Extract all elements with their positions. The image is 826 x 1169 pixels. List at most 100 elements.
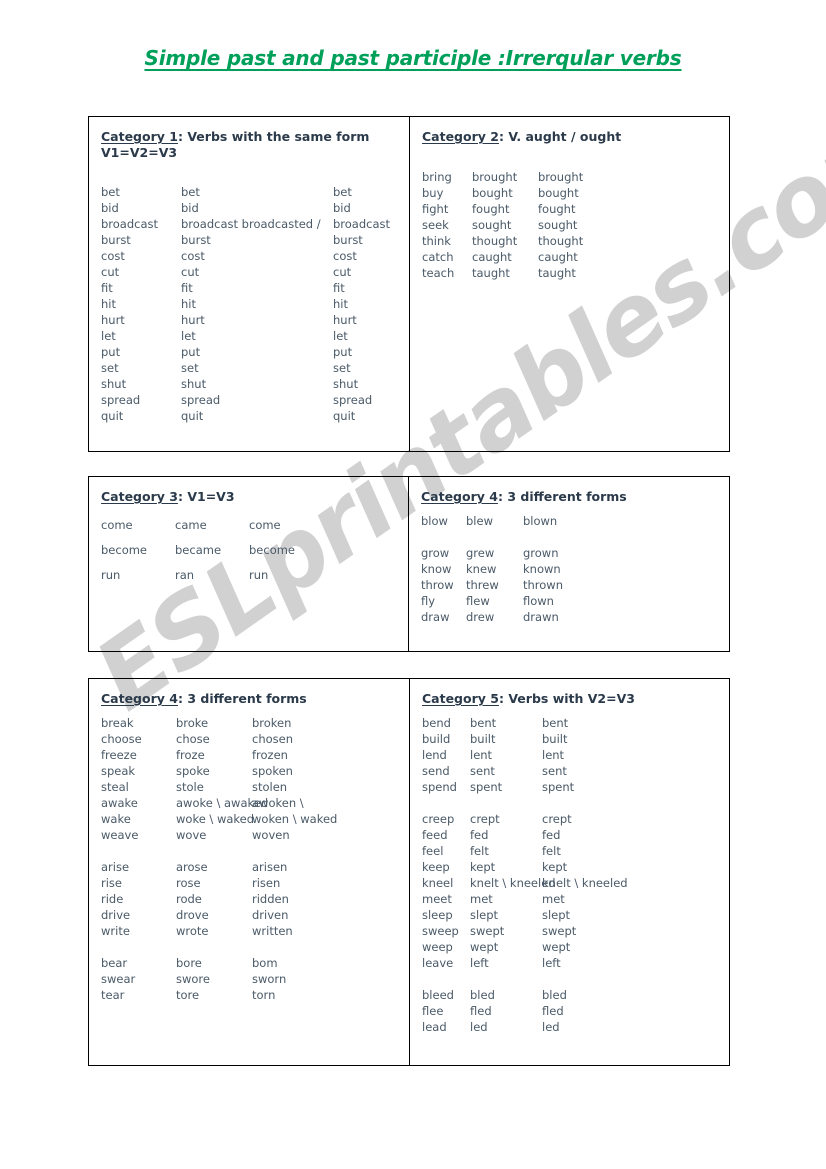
verb-v1: burst: [101, 233, 131, 248]
verb-row: grow grew grown: [421, 545, 719, 561]
verb-row: come came come: [101, 513, 398, 538]
verb-v1: come: [101, 517, 133, 532]
verb-row: become became become: [101, 538, 398, 563]
verb-v3: brought: [538, 169, 584, 184]
verb-v2: fit: [181, 281, 193, 296]
verb-row: arise arose arisen: [101, 859, 399, 875]
verb-v1: break: [101, 715, 134, 730]
verb-v2: bid: [181, 201, 199, 216]
verb-v3: slept: [542, 907, 571, 922]
verb-v2: drove: [176, 907, 209, 922]
verb-v3: stolen: [252, 779, 288, 794]
verb-v2: fed: [470, 827, 489, 842]
verb-v1: fit: [101, 281, 113, 296]
box-row-3: Category 4: 3 different forms break broke…: [88, 678, 730, 1066]
verb-v2: hit: [181, 297, 196, 312]
verb-v2: arose: [176, 859, 208, 874]
verb-v3: fed: [542, 827, 561, 842]
verb-v2: cut: [181, 265, 200, 280]
verb-v3: woken \ waked: [252, 811, 338, 826]
verb-v1: fly: [421, 593, 436, 608]
verb-row: lead led led: [422, 1019, 719, 1035]
verb-v1: run: [101, 567, 121, 582]
verb-v1: freeze: [101, 747, 137, 762]
verb-v1: spend: [422, 779, 457, 794]
verb-row-spacer: [101, 939, 399, 955]
verb-v3: bom: [252, 955, 278, 970]
verb-v3: spoken: [252, 763, 293, 778]
verb-row: spend spent spent: [422, 779, 719, 795]
verb-v3: frozen: [252, 747, 288, 762]
verb-v2: drew: [466, 609, 495, 624]
verb-row: put put put: [101, 344, 399, 360]
box-category-4-top: Category 4: 3 different forms blow blew bl…: [409, 477, 729, 651]
verb-v2: came: [175, 517, 207, 532]
verb-v2: threw: [466, 577, 499, 592]
verb-v1: grow: [421, 545, 450, 560]
verb-v2: met: [470, 891, 493, 906]
verb-row: cut cut cut: [101, 264, 399, 280]
verb-row: break broke broken: [101, 715, 399, 731]
category-2-desc: : V. aught / ought: [498, 129, 622, 144]
verb-v3: fled: [542, 1003, 564, 1018]
verb-row: know knew known: [421, 561, 719, 577]
verb-v2: broke: [176, 715, 209, 730]
category-3-label: Category 3: [101, 489, 178, 504]
verb-v2: felt: [470, 843, 489, 858]
verb-row: rise rose risen: [101, 875, 399, 891]
verb-v1: draw: [421, 609, 450, 624]
category-1-verb-list: bet bet bet bid bid bid broadcast broadcast b…: [101, 184, 399, 424]
verb-v2: lent: [470, 747, 493, 762]
category-2-heading: Category 2: V. aught / ought: [422, 129, 719, 145]
verb-v1: hurt: [101, 313, 125, 328]
verb-v3: crept: [542, 811, 572, 826]
verb-v2: sent: [470, 763, 495, 778]
category-5-heading: Category 5: Verbs with V2=V3: [422, 691, 719, 707]
verb-v2: bet: [181, 185, 200, 200]
verb-v2: brought: [472, 169, 518, 184]
verb-v3: bled: [542, 987, 567, 1002]
verb-v1: ride: [101, 891, 124, 906]
verb-v2: knew: [466, 561, 497, 576]
verb-v3: run: [249, 567, 269, 582]
verb-v3: sent: [542, 763, 567, 778]
verb-row-spacer: [421, 529, 719, 545]
verb-row: set set set: [101, 360, 399, 376]
verb-v3: become: [249, 542, 296, 557]
verb-v1: seek: [422, 217, 449, 232]
verb-v3: felt: [542, 843, 561, 858]
verb-v1: buy: [422, 185, 444, 200]
verb-row: burst burst burst: [101, 232, 399, 248]
verb-v2: wove: [176, 827, 207, 842]
verb-v2: bought: [472, 185, 513, 200]
verb-v2: let: [181, 329, 196, 344]
verb-v1: shut: [101, 377, 127, 392]
verb-v2: set: [181, 361, 199, 376]
box-category-3: Category 3: V1=V3 come came come become bec…: [89, 477, 409, 651]
verb-v1: leave: [422, 955, 454, 970]
verb-v1: know: [421, 561, 452, 576]
verb-row: creep crept crept: [422, 811, 719, 827]
verb-v2: fled: [470, 1003, 492, 1018]
box-row-1: Category 1: Verbs with the same form V1=…: [88, 116, 730, 452]
verb-row: keep kept kept: [422, 859, 719, 875]
verb-row: lend lent lent: [422, 747, 719, 763]
verb-row: think thought thought: [422, 233, 719, 249]
verb-v1: sleep: [422, 907, 453, 922]
verb-v1: build: [422, 731, 451, 746]
verb-v3: flown: [523, 593, 554, 608]
category-5-verb-list: bend bent bent build built built lend lent len…: [422, 715, 719, 1035]
verb-v1: arise: [101, 859, 130, 874]
verb-row: buy bought bought: [422, 185, 719, 201]
verb-v2: fought: [472, 201, 510, 216]
verb-row: wake woke \ waked woken \ waked: [101, 811, 399, 827]
verb-row: bear bore bom: [101, 955, 399, 971]
box-category-1: Category 1: Verbs with the same form V1=…: [89, 117, 410, 451]
verb-row: send sent sent: [422, 763, 719, 779]
verb-row: sleep slept slept: [422, 907, 719, 923]
verb-v1: bleed: [422, 987, 454, 1002]
verb-row: leave left left: [422, 955, 719, 971]
verb-v1: lend: [422, 747, 447, 762]
verb-row: fit fit fit: [101, 280, 399, 296]
verb-row: spread spread spread: [101, 392, 399, 408]
